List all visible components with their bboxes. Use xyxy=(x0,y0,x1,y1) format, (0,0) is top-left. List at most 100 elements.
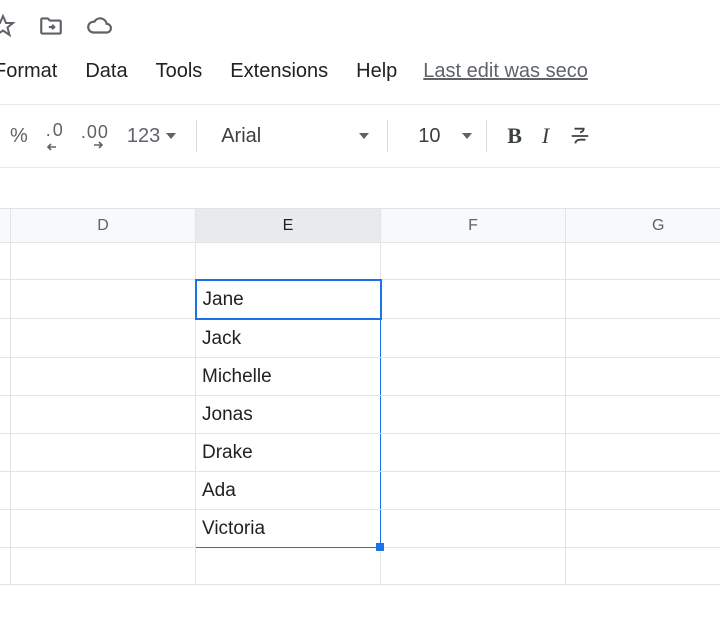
cell[interactable] xyxy=(0,319,11,358)
cell[interactable] xyxy=(11,243,196,280)
move-to-folder-icon[interactable] xyxy=(38,13,64,39)
cell-value: Drake xyxy=(196,434,380,471)
cell[interactable] xyxy=(11,319,196,358)
cell[interactable] xyxy=(566,509,720,547)
cell[interactable] xyxy=(566,280,720,319)
grid-row: Drake xyxy=(0,433,720,471)
cell[interactable] xyxy=(566,471,720,509)
grid-row: Victoria xyxy=(0,509,720,547)
cell-E2[interactable]: Jane xyxy=(196,280,381,319)
grid-row: Jack xyxy=(0,319,720,358)
font-size-dropdown[interactable]: 10 xyxy=(398,125,476,148)
chevron-down-icon xyxy=(462,133,472,139)
column-header-E[interactable]: E xyxy=(196,209,381,243)
cell[interactable] xyxy=(381,357,566,395)
cell-E6[interactable]: Drake xyxy=(196,433,381,471)
fill-handle[interactable] xyxy=(376,543,384,551)
font-family-label: Arial xyxy=(221,125,261,148)
column-header-row: C D E F G xyxy=(0,209,720,243)
column-header-F[interactable]: F xyxy=(381,209,566,243)
cell[interactable] xyxy=(0,509,11,547)
cell[interactable] xyxy=(11,357,196,395)
cell[interactable] xyxy=(566,547,720,584)
increase-decimal-button[interactable]: .00 xyxy=(73,116,117,156)
cell-value: Jane xyxy=(197,281,380,318)
cell[interactable] xyxy=(381,280,566,319)
font-size-label: 10 xyxy=(418,125,440,148)
cell[interactable] xyxy=(0,357,11,395)
menu-format[interactable]: Format xyxy=(0,54,71,89)
cell[interactable] xyxy=(566,357,720,395)
cell-E3[interactable]: Jack xyxy=(196,319,381,358)
cell[interactable] xyxy=(196,547,381,584)
cell[interactable] xyxy=(0,471,11,509)
toolbar-separator xyxy=(196,120,197,152)
decrease-decimal-button[interactable]: .0 xyxy=(38,116,73,156)
number-format-dropdown[interactable]: 123 xyxy=(117,116,186,156)
menu-tools[interactable]: Tools xyxy=(142,54,217,89)
toolbar-separator xyxy=(486,120,487,152)
cell[interactable] xyxy=(381,319,566,358)
column-header-D[interactable]: D xyxy=(11,209,196,243)
spreadsheet-grid[interactable]: C D E F G Jane xyxy=(0,208,720,585)
cell[interactable] xyxy=(381,433,566,471)
menu-help[interactable]: Help xyxy=(342,54,411,89)
cell[interactable] xyxy=(11,471,196,509)
grid-row: Ada xyxy=(0,471,720,509)
grid-row: Jonas xyxy=(0,395,720,433)
grid-table[interactable]: C D E F G Jane xyxy=(0,208,720,585)
cell[interactable] xyxy=(11,395,196,433)
menubar: Format Data Tools Extensions Help Last e… xyxy=(0,52,720,90)
grid-row: Michelle xyxy=(0,357,720,395)
cell[interactable] xyxy=(381,509,566,547)
strikethrough-button[interactable] xyxy=(559,116,601,156)
chevron-down-icon xyxy=(166,133,176,139)
grid-row xyxy=(0,547,720,584)
number-format-label: 123 xyxy=(127,125,160,148)
cell-E8[interactable]: Victoria xyxy=(196,509,381,547)
cell[interactable] xyxy=(0,433,11,471)
chevron-down-icon xyxy=(359,133,369,139)
cell[interactable] xyxy=(11,433,196,471)
star-icon[interactable] xyxy=(0,13,16,39)
cell[interactable] xyxy=(381,395,566,433)
cell-value: Victoria xyxy=(196,510,380,547)
cell[interactable] xyxy=(196,243,381,280)
toolbar: % .0 .00 123 Arial 10 B I xyxy=(0,104,720,168)
cell[interactable] xyxy=(11,280,196,319)
cell[interactable] xyxy=(0,280,11,319)
cell-E5[interactable]: Jonas xyxy=(196,395,381,433)
last-edit-link[interactable]: Last edit was seco xyxy=(423,60,588,83)
decrease-decimal-label: .0 xyxy=(46,121,65,144)
cell[interactable] xyxy=(11,547,196,584)
cell[interactable] xyxy=(0,395,11,433)
cell-value: Jack xyxy=(196,320,380,357)
titlebar xyxy=(0,0,720,52)
cell[interactable] xyxy=(381,243,566,280)
menu-data[interactable]: Data xyxy=(71,54,141,89)
cell[interactable] xyxy=(381,471,566,509)
column-header-C[interactable]: C xyxy=(0,209,11,243)
cell-E4[interactable]: Michelle xyxy=(196,357,381,395)
cell-value: Jonas xyxy=(196,396,380,433)
cell[interactable] xyxy=(0,547,11,584)
cell[interactable] xyxy=(381,547,566,584)
format-percent-button[interactable]: % xyxy=(0,116,38,156)
cell[interactable] xyxy=(566,243,720,280)
italic-button[interactable]: I xyxy=(532,116,559,156)
cell[interactable] xyxy=(0,243,11,280)
cell[interactable] xyxy=(566,395,720,433)
cell[interactable] xyxy=(566,433,720,471)
cell-value: Michelle xyxy=(196,358,380,395)
cloud-saved-icon[interactable] xyxy=(86,13,112,39)
grid-row xyxy=(0,243,720,280)
bold-button[interactable]: B xyxy=(497,116,532,156)
cell[interactable] xyxy=(566,319,720,358)
font-family-dropdown[interactable]: Arial xyxy=(207,125,377,148)
column-header-G[interactable]: G xyxy=(566,209,720,243)
menu-extensions[interactable]: Extensions xyxy=(216,54,342,89)
cell[interactable] xyxy=(11,509,196,547)
cell-value: Ada xyxy=(196,472,380,509)
grid-row: Jane xyxy=(0,280,720,319)
cell-E7[interactable]: Ada xyxy=(196,471,381,509)
